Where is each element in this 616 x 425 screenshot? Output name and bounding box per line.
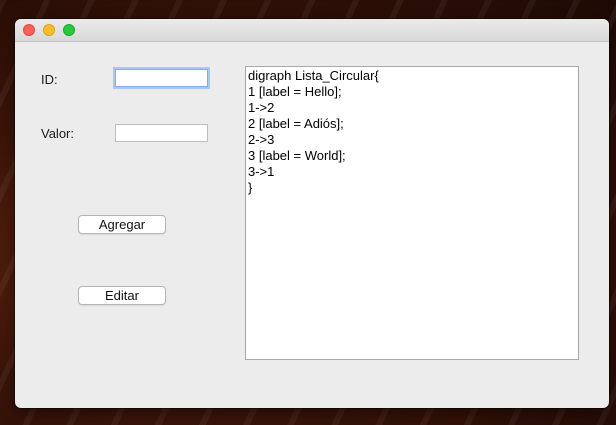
output-line: } <box>248 180 253 195</box>
valor-input[interactable] <box>115 124 208 142</box>
output-line: digraph Lista_Circular{ <box>248 68 379 83</box>
id-label: ID: <box>41 72 58 87</box>
output-line: 1 [label = Hello]; <box>248 84 342 99</box>
output-line: 3 [label = World]; <box>248 148 346 163</box>
editar-button[interactable]: Editar <box>78 286 166 305</box>
title-bar[interactable] <box>15 19 609 42</box>
output-line: 3->1 <box>248 164 275 179</box>
output-line: 2 [label = Adiós]; <box>248 116 344 131</box>
zoom-window-icon[interactable] <box>63 24 75 36</box>
minimize-window-icon[interactable] <box>43 24 55 36</box>
id-input[interactable] <box>115 69 208 87</box>
app-window: ID: Valor: Agregar Editar digraph Lista_… <box>15 19 609 408</box>
output-line: 2->3 <box>248 132 275 147</box>
graph-output-textarea[interactable]: digraph Lista_Circular{ 1 [label = Hello… <box>245 66 579 360</box>
close-window-icon[interactable] <box>23 24 35 36</box>
valor-label: Valor: <box>41 126 74 141</box>
agregar-button[interactable]: Agregar <box>78 215 166 234</box>
output-line: 1->2 <box>248 100 275 115</box>
